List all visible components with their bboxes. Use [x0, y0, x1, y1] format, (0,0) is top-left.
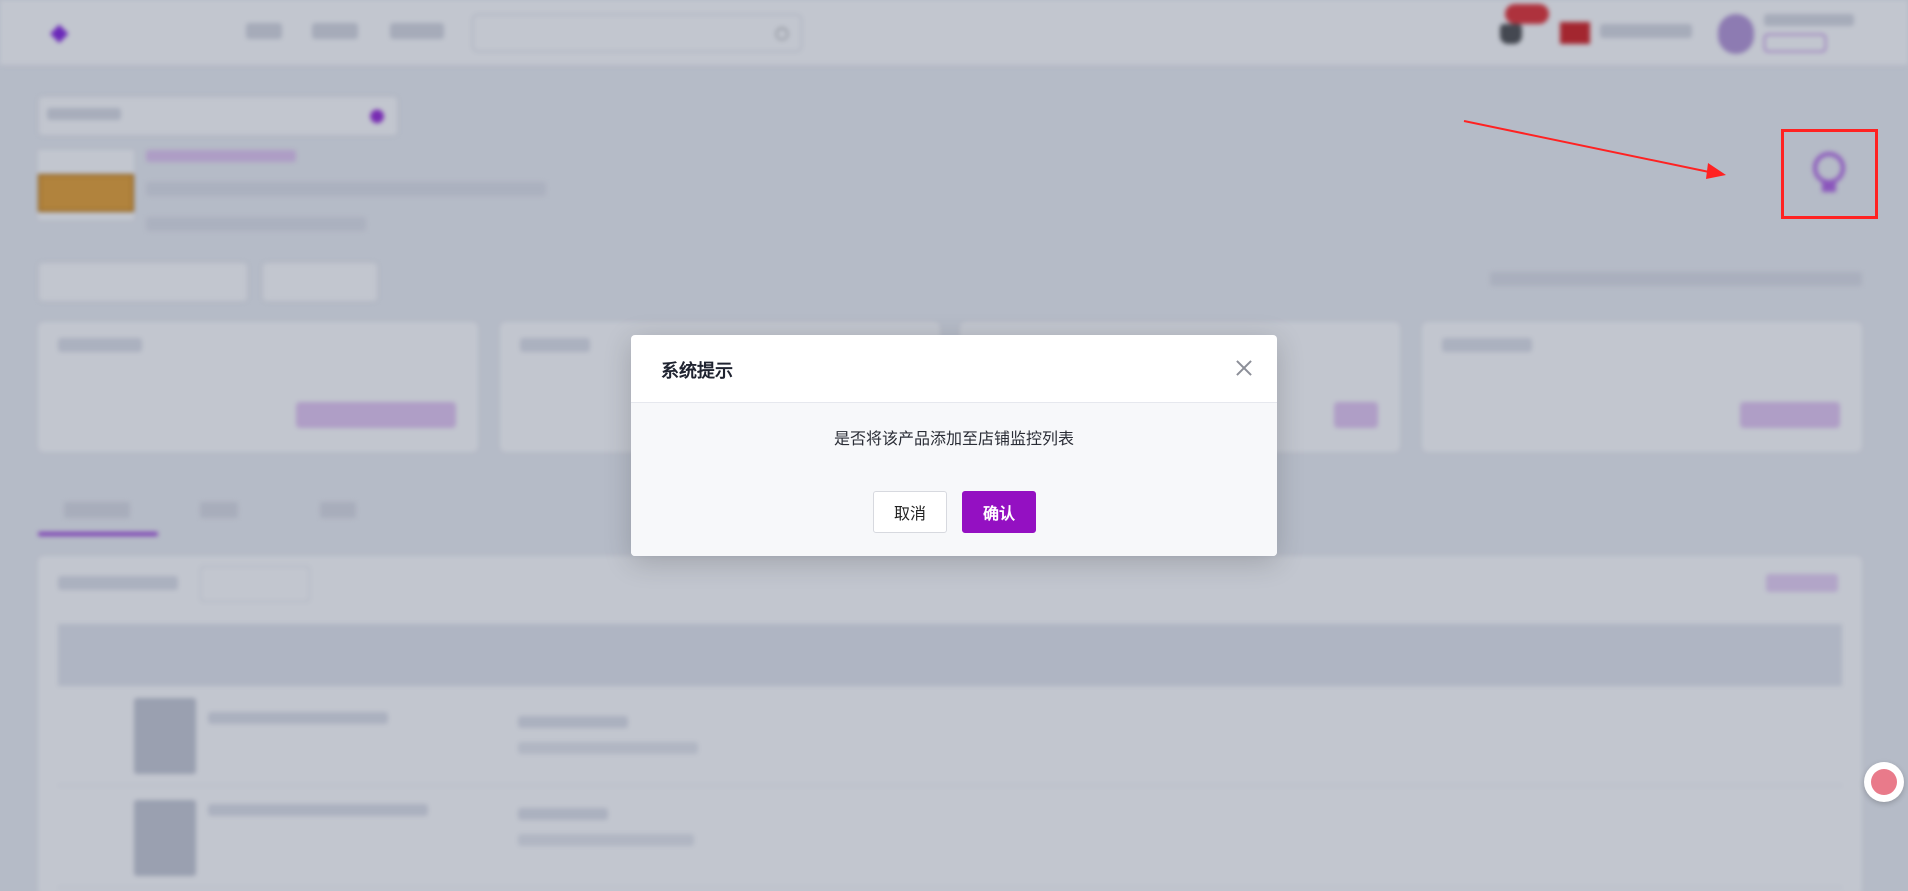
dialog-message: 是否将该产品添加至店铺监控列表: [833, 429, 1074, 448]
translate-icon[interactable]: [1864, 762, 1904, 802]
cancel-button[interactable]: 取消: [873, 491, 947, 533]
close-icon[interactable]: [1233, 357, 1255, 379]
dialog-body: 是否将该产品添加至店铺监控列表 取消 确认: [631, 403, 1277, 556]
dialog-header: 系统提示: [631, 335, 1277, 403]
dialog-title: 系统提示: [661, 361, 733, 382]
annotation-arrow: [1463, 120, 1726, 179]
confirm-button[interactable]: 确认: [962, 491, 1036, 533]
system-prompt-dialog: 系统提示 是否将该产品添加至店铺监控列表 取消 确认: [631, 335, 1277, 556]
annotation-highlight-box: [1781, 129, 1878, 219]
